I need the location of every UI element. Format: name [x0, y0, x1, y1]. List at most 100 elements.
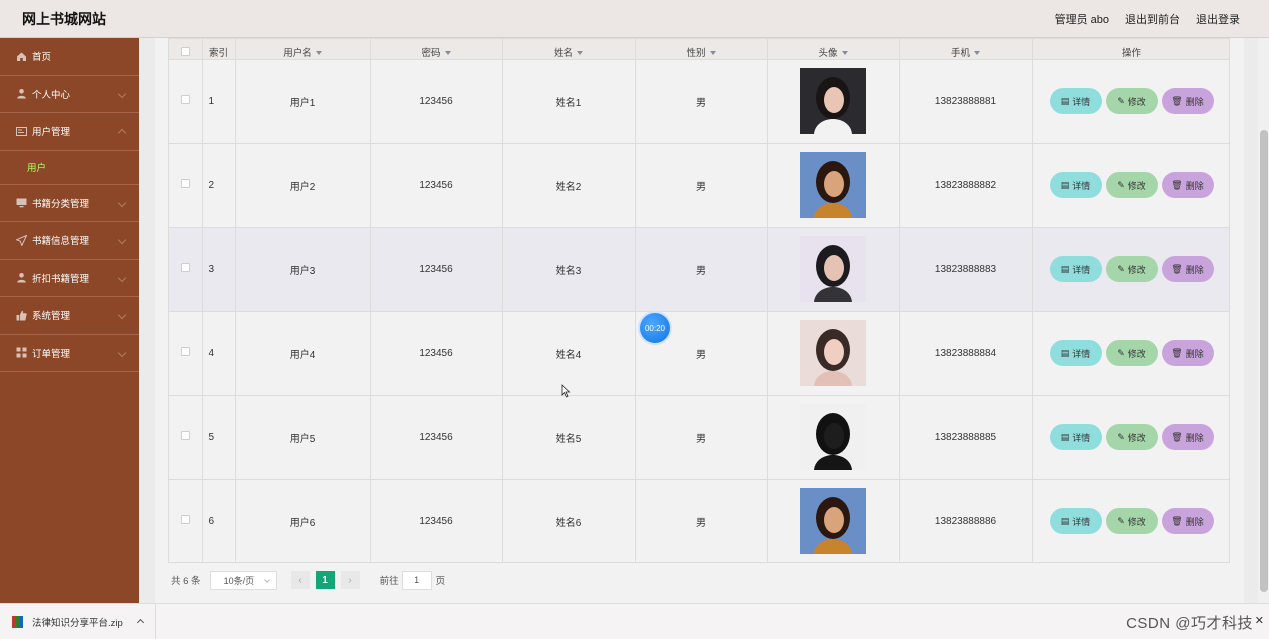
cell-name: 姓名1: [502, 58, 636, 143]
edit-button[interactable]: ✎ 修改: [1105, 88, 1158, 114]
person-icon: [15, 272, 27, 284]
scrollbar-thumb[interactable]: [1260, 130, 1268, 592]
sidebar-subitem-users[interactable]: 用户: [0, 151, 139, 185]
sidebar: 首页 个人中心 用户管理 用户 书籍分类管理 书籍信息管理 折扣书籍管理 系统管…: [0, 38, 139, 603]
sort-icon: [974, 50, 980, 55]
row-checkbox[interactable]: [180, 179, 190, 188]
cell-index: 2: [202, 142, 236, 227]
sidebar-item-orders[interactable]: 订单管理: [0, 335, 139, 372]
row-checkbox[interactable]: [180, 515, 190, 525]
column-header: 操作: [1032, 39, 1229, 59]
select-all-checkbox[interactable]: [180, 46, 190, 56]
detail-button[interactable]: ▤ 详情: [1049, 508, 1102, 535]
watermark: CSDN @巧才科技: [1126, 615, 1253, 632]
detail-button[interactable]: ▤ 详情: [1049, 340, 1102, 366]
person-icon: [15, 88, 27, 100]
delete-button[interactable]: 🗑 删除: [1161, 256, 1214, 282]
goto-page-input[interactable]: 1: [401, 570, 432, 590]
chevron-up-icon[interactable]: [136, 618, 145, 627]
row-checkbox-cell: [169, 58, 203, 143]
cell-password: 123456: [370, 310, 503, 395]
delete-button[interactable]: 🗑 删除: [1161, 340, 1214, 366]
trash-icon: 🗑: [1171, 431, 1183, 442]
sidebar-item-label: 书籍信息管理: [32, 236, 90, 248]
cell-index: 1: [202, 58, 236, 143]
pencil-icon: ✎: [1117, 347, 1125, 358]
row-checkbox[interactable]: [180, 431, 190, 440]
delete-button[interactable]: 🗑 删除: [1161, 424, 1214, 450]
home-icon: [15, 50, 27, 62]
exit-to-front-link[interactable]: 退出到前台: [1125, 11, 1180, 27]
trash-icon: 🗑: [1171, 347, 1183, 358]
cell-avatar: [767, 226, 900, 311]
admin-user-label: 管理员 abo: [1054, 13, 1109, 26]
detail-button[interactable]: ▤ 详情: [1049, 88, 1102, 114]
row-checkbox[interactable]: [180, 347, 190, 356]
edit-button[interactable]: ✎ 修改: [1105, 172, 1158, 198]
avatar: [800, 404, 866, 470]
sort-icon: [841, 50, 848, 55]
cell-username: 用户4: [235, 310, 371, 395]
table-row[interactable]: 2 用户2 123456 姓名2 男 13823888882 ▤ 详情 ✎ 修改 🗑 删除: [169, 142, 1229, 227]
cell-gender: 男: [635, 58, 768, 143]
logout-link[interactable]: 退出登录: [1196, 11, 1240, 27]
sidebar-item-book-category[interactable]: 书籍分类管理: [0, 185, 139, 222]
table-row[interactable]: 1 用户1 123456 姓名1 男 13823888881 ▤ 详情 ✎ 修改 🗑 删除: [169, 58, 1229, 143]
grid-icon: [15, 347, 27, 359]
cell-password: 123456: [370, 58, 503, 143]
column-header[interactable]: 密码: [370, 39, 503, 59]
sidebar-item-personal-center[interactable]: 个人中心: [0, 76, 139, 113]
delete-button[interactable]: 🗑 删除: [1161, 172, 1214, 198]
detail-button[interactable]: ▤ 详情: [1049, 256, 1102, 282]
table-row[interactable]: 3 用户3 123456 姓名3 男 13823888883 ▤ 详情 ✎ 修改 🗑 删除: [169, 226, 1229, 311]
column-header[interactable]: 用户名: [235, 39, 371, 59]
edit-button[interactable]: ✎ 修改: [1105, 508, 1158, 535]
edit-button[interactable]: ✎ 修改: [1105, 256, 1158, 282]
column-header[interactable]: 性别: [635, 39, 768, 59]
detail-button[interactable]: ▤ 详情: [1049, 172, 1102, 198]
table-row[interactable]: 4 用户4 123456 姓名4 男 13823888884 ▤ 详情 ✎ 修改 🗑 删除: [169, 310, 1229, 395]
chevron-down-icon: [117, 89, 127, 98]
edit-button[interactable]: ✎ 修改: [1105, 340, 1158, 366]
chevron-down-icon: [117, 348, 127, 357]
recording-timer: 00:20: [640, 313, 670, 343]
pagination: 共 6 条 10条/页 ‹ 1 › 前往 1 页: [171, 570, 445, 590]
avatar: [800, 68, 866, 134]
delete-button[interactable]: 🗑 删除: [1161, 88, 1214, 114]
sidebar-item-home[interactable]: 首页: [0, 38, 139, 76]
delete-button[interactable]: 🗑 删除: [1161, 508, 1214, 535]
detail-button[interactable]: ▤ 详情: [1049, 424, 1102, 450]
cell-actions: ▤ 详情 ✎ 修改 🗑 删除: [1032, 58, 1229, 143]
sidebar-item-discount-books[interactable]: 折扣书籍管理: [0, 260, 139, 297]
column-header[interactable]: 索引: [202, 39, 236, 59]
edit-button[interactable]: ✎ 修改: [1105, 424, 1158, 450]
cell-actions: ▤ 详情 ✎ 修改 🗑 删除: [1032, 310, 1229, 395]
row-checkbox[interactable]: [180, 95, 190, 104]
close-icon[interactable]: ✕: [1255, 614, 1264, 627]
thumb-icon: [15, 309, 27, 321]
document-icon: ▤: [1060, 179, 1070, 190]
sidebar-item-book-info[interactable]: 书籍信息管理: [0, 222, 139, 260]
chevron-up-icon: [117, 129, 127, 138]
sidebar-item-user-management[interactable]: 用户管理: [0, 113, 139, 151]
prev-page-button[interactable]: ‹: [290, 571, 310, 589]
avatar: [800, 152, 866, 218]
chevron-down-icon: [117, 273, 127, 282]
row-checkbox[interactable]: [180, 263, 190, 272]
cell-avatar: [767, 142, 900, 227]
table-row[interactable]: 6 用户6 123456 姓名6 男 13823888886 ▤ 详情 ✎ 修改 🗑 删除: [169, 478, 1229, 562]
column-header[interactable]: 头像: [767, 39, 900, 59]
table-row[interactable]: 5 用户5 123456 姓名5 男 13823888885 ▤ 详情 ✎ 修改 🗑 删除: [169, 394, 1229, 479]
page-size-select[interactable]: 10条/页: [209, 570, 277, 590]
sidebar-item-system[interactable]: 系统管理: [0, 297, 139, 335]
cell-index: 5: [202, 394, 236, 479]
chevron-down-icon: [117, 311, 127, 320]
column-header[interactable]: 姓名: [502, 39, 636, 59]
cell-username: 用户1: [235, 58, 371, 143]
column-header[interactable]: 手机: [899, 39, 1033, 59]
page-number-button[interactable]: 1: [315, 571, 335, 589]
next-page-button[interactable]: ›: [340, 571, 360, 589]
cell-username: 用户5: [235, 394, 371, 479]
select-all-cell: [169, 39, 203, 59]
download-item[interactable]: 法律知识分享平台.zip: [0, 604, 156, 639]
